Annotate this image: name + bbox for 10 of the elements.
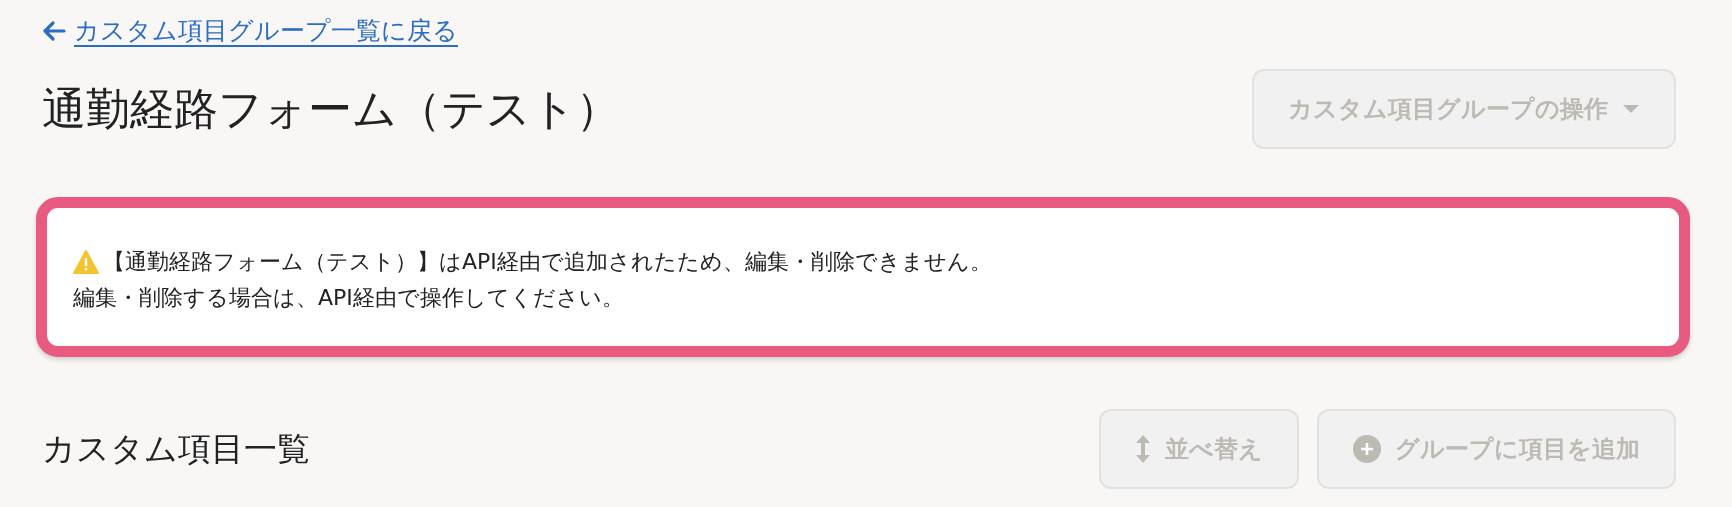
up-down-arrow-icon (1135, 434, 1151, 464)
caret-icon (1622, 104, 1640, 114)
page-title: 通勤経路フォーム（テスト） (42, 81, 620, 136)
plus-circle-icon (1353, 435, 1381, 463)
section-title: カスタム項目一覧 (42, 427, 310, 470)
back-link[interactable]: カスタム項目グループ一覧に戻る (42, 14, 458, 47)
warning-icon (73, 250, 99, 274)
alert-message: 【通勤経路フォーム（テスト）】はAPI経由で追加されたため、編集・削除できません。 (103, 248, 992, 276)
back-arrow-icon (42, 20, 66, 41)
alert-message: 編集・削除する場合は、API経由で操作してください。 (73, 284, 624, 312)
